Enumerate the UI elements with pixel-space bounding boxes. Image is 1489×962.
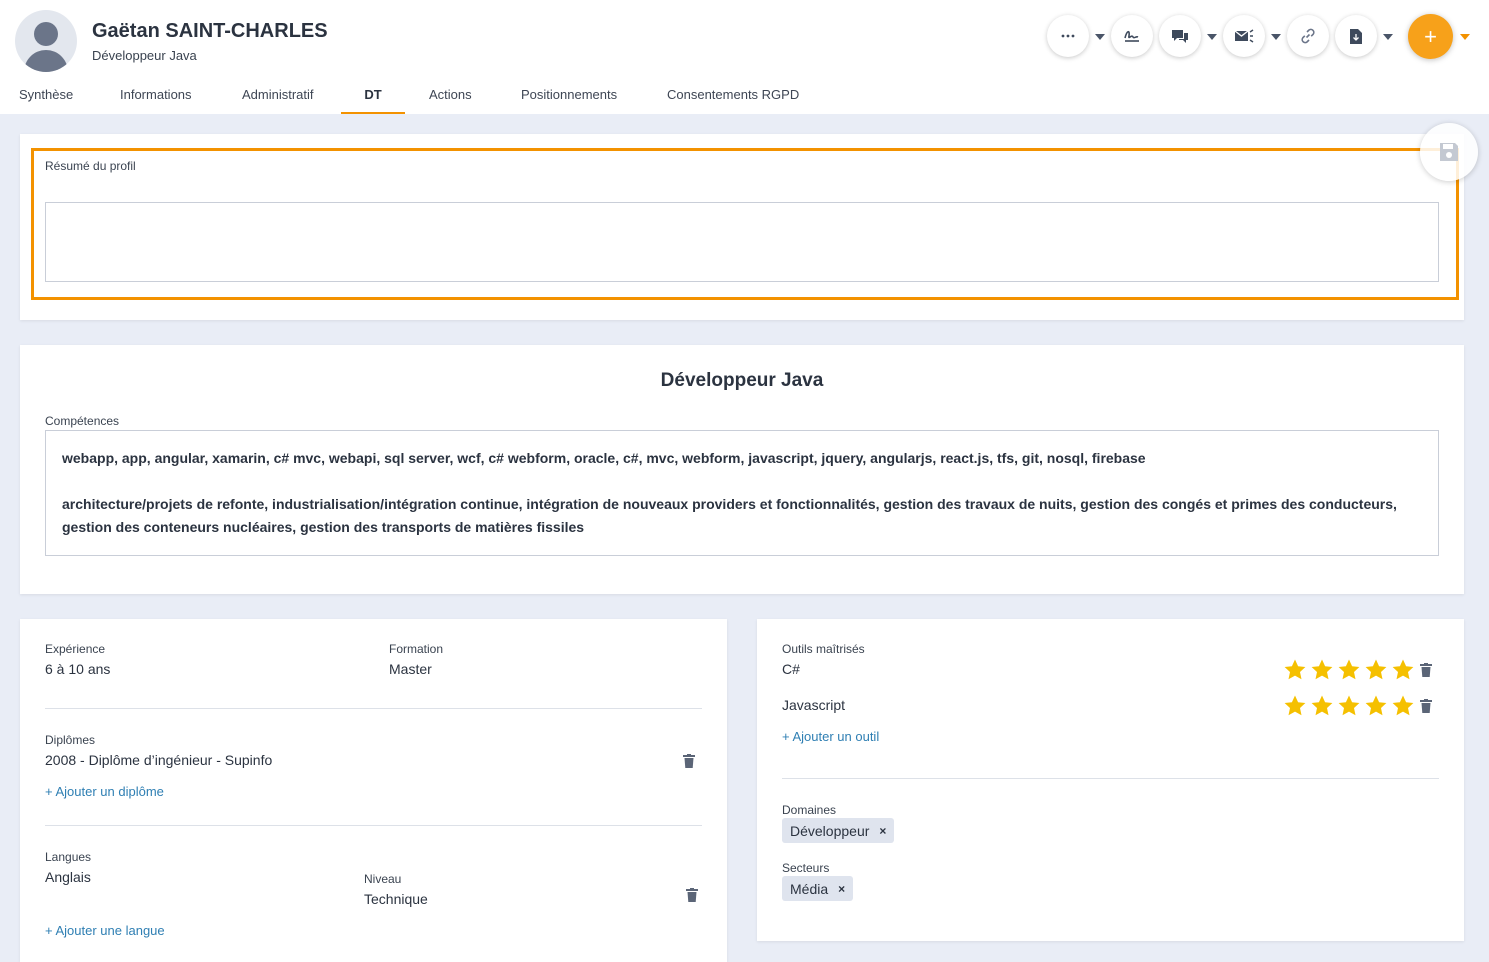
tab-informations[interactable]: Informations xyxy=(120,86,192,114)
star-icon[interactable] xyxy=(1337,658,1361,682)
langue-item: Anglais xyxy=(45,869,91,885)
mail-button[interactable] xyxy=(1223,15,1265,57)
tool-rating[interactable] xyxy=(1283,694,1415,718)
add-diplome-link[interactable]: + Ajouter un diplôme xyxy=(45,784,164,799)
star-icon[interactable] xyxy=(1310,694,1334,718)
save-button[interactable] xyxy=(1420,123,1478,181)
save-icon xyxy=(1440,143,1458,161)
mail-icon xyxy=(1234,29,1254,43)
add-button[interactable]: + xyxy=(1408,14,1453,59)
mail-dropdown-caret[interactable] xyxy=(1271,34,1281,40)
skills-technical: webapp, app, angular, xamarin, c# mvc, w… xyxy=(62,450,1146,466)
chat-button[interactable] xyxy=(1159,15,1201,57)
tool-rating[interactable] xyxy=(1283,658,1415,682)
secteur-chip: Média × xyxy=(782,876,854,901)
star-icon[interactable] xyxy=(1337,694,1361,718)
add-langue-link[interactable]: + Ajouter une langue xyxy=(45,923,165,938)
add-outil-link[interactable]: + Ajouter un outil xyxy=(782,729,879,744)
secteurs-label: Secteurs xyxy=(782,861,830,875)
profile-header: Gaëtan SAINT-CHARLES Développeur Java Sy… xyxy=(0,0,1489,114)
document-icon xyxy=(1350,28,1362,44)
skills-functional: architecture/projets de refonte, industr… xyxy=(62,496,1397,535)
niveau-label: Niveau xyxy=(364,872,402,886)
divider xyxy=(45,708,702,709)
chat-dropdown-caret[interactable] xyxy=(1207,34,1217,40)
remove-secteur-icon[interactable]: × xyxy=(838,882,845,896)
signature-icon xyxy=(1124,30,1139,42)
link-button[interactable] xyxy=(1287,15,1329,57)
tab-bar: Synthèse Informations Administratif DT A… xyxy=(0,86,900,114)
domaines-label: Domaines xyxy=(782,803,837,817)
star-icon[interactable] xyxy=(1283,694,1307,718)
tab-consentements-rgpd[interactable]: Consentements RGPD xyxy=(667,86,799,114)
tab-actions[interactable]: Actions xyxy=(429,86,472,114)
outils-label: Outils maîtrisés xyxy=(782,642,865,656)
experience-label: Expérience xyxy=(45,642,106,656)
avatar xyxy=(15,10,77,72)
summary-textarea[interactable] xyxy=(45,202,1439,282)
add-dropdown-caret[interactable] xyxy=(1460,34,1470,40)
formation-label: Formation xyxy=(389,642,444,656)
star-icon[interactable] xyxy=(1391,658,1415,682)
domaine-chip: Développeur × xyxy=(782,818,895,843)
experience-value[interactable]: 6 à 10 ans xyxy=(45,661,110,677)
star-icon[interactable] xyxy=(1364,694,1388,718)
delete-tool-icon[interactable] xyxy=(1420,663,1432,677)
document-dropdown-caret[interactable] xyxy=(1383,34,1393,40)
formation-value[interactable]: Master xyxy=(389,661,432,677)
more-icon xyxy=(1061,34,1075,38)
delete-diplome-icon[interactable] xyxy=(683,754,695,768)
langues-label: Langues xyxy=(45,850,92,864)
more-button[interactable] xyxy=(1047,15,1089,57)
more-dropdown-caret[interactable] xyxy=(1095,34,1105,40)
tab-synthese[interactable]: Synthèse xyxy=(19,86,73,114)
candidate-job-title: Développeur Java xyxy=(92,48,197,63)
skills-field[interactable]: webapp, app, angular, xamarin, c# mvc, w… xyxy=(45,430,1439,556)
domaine-chip-label: Développeur xyxy=(790,822,870,839)
tool-name: C# xyxy=(782,661,800,677)
star-icon[interactable] xyxy=(1310,658,1334,682)
chat-icon xyxy=(1172,30,1188,43)
tab-positionnements[interactable]: Positionnements xyxy=(521,86,617,114)
divider xyxy=(45,825,702,826)
niveau-value[interactable]: Technique xyxy=(364,891,428,907)
delete-langue-icon[interactable] xyxy=(686,888,698,902)
divider xyxy=(782,778,1439,779)
tab-dt[interactable]: DT xyxy=(341,86,405,114)
link-icon xyxy=(1301,28,1315,44)
summary-label: Résumé du profil xyxy=(45,159,136,173)
candidate-name: Gaëtan SAINT-CHARLES xyxy=(92,20,328,42)
star-icon[interactable] xyxy=(1283,658,1307,682)
secteur-chip-label: Média xyxy=(790,880,829,897)
signature-button[interactable] xyxy=(1111,15,1153,57)
tool-name: Javascript xyxy=(782,697,846,713)
star-icon[interactable] xyxy=(1391,694,1415,718)
diplomes-label: Diplômes xyxy=(45,733,96,747)
diplome-item: 2008 - Diplôme d’ingénieur - Supinfo xyxy=(45,752,273,768)
delete-tool-icon[interactable] xyxy=(1420,699,1432,713)
skills-label: Compétences xyxy=(45,414,120,428)
document-button[interactable] xyxy=(1335,15,1377,57)
dt-title: Développeur Java xyxy=(660,370,824,391)
star-icon[interactable] xyxy=(1364,658,1388,682)
remove-domaine-icon[interactable]: × xyxy=(879,824,886,838)
tab-administratif[interactable]: Administratif xyxy=(242,86,314,114)
